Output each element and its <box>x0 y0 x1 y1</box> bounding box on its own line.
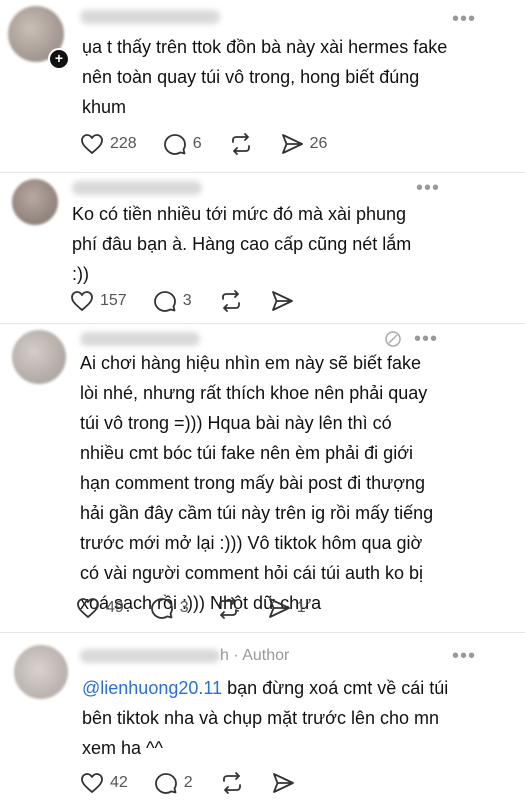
heart-icon <box>81 134 103 154</box>
share-count: 1 <box>296 599 306 616</box>
like-count: 228 <box>110 135 137 152</box>
share-count: 26 <box>309 135 328 152</box>
share-button[interactable] <box>271 772 295 794</box>
post-text: ụa t thấy trên ttok đồn bà này xài herme… <box>82 37 448 117</box>
repost-button[interactable] <box>218 290 244 312</box>
like-count: 49 <box>106 599 124 616</box>
post-actions: 49 3 1 <box>76 594 332 622</box>
like-count: 157 <box>100 292 127 309</box>
like-count: 42 <box>110 774 128 791</box>
post-4: h · Author ••• @lienhuong20.11 bạn đừng … <box>0 633 525 800</box>
username-blurred[interactable] <box>80 649 220 663</box>
send-arrow-icon <box>272 773 294 793</box>
heart-icon <box>81 773 103 793</box>
post-text: @lienhuong20.11 bạn đừng xoá cmt về cái … <box>82 673 462 763</box>
post-3: ••• Ai chơi hàng hiệu nhìn em này sẽ biế… <box>0 324 525 632</box>
share-button[interactable] <box>270 290 294 312</box>
comment-count: 3 <box>182 292 192 309</box>
send-arrow-icon <box>268 598 290 618</box>
more-dots-icon[interactable]: ••• <box>414 329 438 349</box>
post-actions: 42 2 <box>80 769 321 797</box>
like-button[interactable]: 228 <box>80 133 137 155</box>
comment-button[interactable]: 6 <box>163 133 202 155</box>
more-dots-icon[interactable]: ••• <box>452 9 476 29</box>
repost-arrows-icon <box>221 290 240 312</box>
avatar[interactable] <box>12 179 58 225</box>
like-button[interactable]: 157 <box>70 290 127 312</box>
comment-count: 6 <box>192 135 202 152</box>
share-button[interactable]: 26 <box>280 133 328 155</box>
send-arrow-icon <box>271 291 293 311</box>
author-label: h · Author <box>220 647 290 664</box>
comment-bubble-icon <box>153 291 176 312</box>
comment-count: 2 <box>183 774 193 791</box>
post-1: + ••• ụa t thấy trên ttok đồn bà này xài… <box>0 0 525 172</box>
more-dots-icon[interactable]: ••• <box>416 178 440 198</box>
share-button[interactable]: 1 <box>267 597 306 619</box>
post-text: Ko có tiền nhiều tới mức đó mà xài phung… <box>72 204 412 284</box>
avatar[interactable] <box>12 330 66 384</box>
heart-icon <box>71 291 93 311</box>
avatar[interactable] <box>14 645 68 699</box>
comment-bubble-icon <box>150 598 173 619</box>
comment-button[interactable]: 3 <box>153 290 192 312</box>
comment-bubble-icon <box>154 773 177 794</box>
username-blurred[interactable] <box>80 332 200 346</box>
heart-icon <box>77 598 99 618</box>
comment-button[interactable]: 3 <box>150 597 189 619</box>
like-button[interactable]: 49 <box>76 597 124 619</box>
username-blurred[interactable] <box>72 181 202 195</box>
repost-button[interactable] <box>219 772 245 794</box>
edited-icon <box>385 331 401 347</box>
like-button[interactable]: 42 <box>80 772 128 794</box>
comment-count: 3 <box>179 599 189 616</box>
repost-button[interactable] <box>228 133 254 155</box>
username-blurred[interactable] <box>80 10 220 24</box>
post-text: Ai chơi hàng hiệu nhìn em này sẽ biết fa… <box>80 353 434 613</box>
repost-arrows-icon <box>222 772 241 794</box>
repost-arrows-icon <box>218 597 237 619</box>
send-arrow-icon <box>281 134 303 154</box>
post-actions: 228 6 26 <box>80 130 353 158</box>
mention-link[interactable]: @lienhuong20.11 <box>82 678 222 698</box>
post-2: ••• Ko có tiền nhiều tới mức đó mà xài p… <box>0 173 525 323</box>
post-actions: 157 3 <box>70 287 320 315</box>
follow-plus-icon[interactable]: + <box>48 48 70 70</box>
comment-bubble-icon <box>163 134 186 155</box>
repost-arrows-icon <box>231 133 250 155</box>
more-dots-icon[interactable]: ••• <box>452 646 476 666</box>
comment-button[interactable]: 2 <box>154 772 193 794</box>
repost-button[interactable] <box>215 597 241 619</box>
